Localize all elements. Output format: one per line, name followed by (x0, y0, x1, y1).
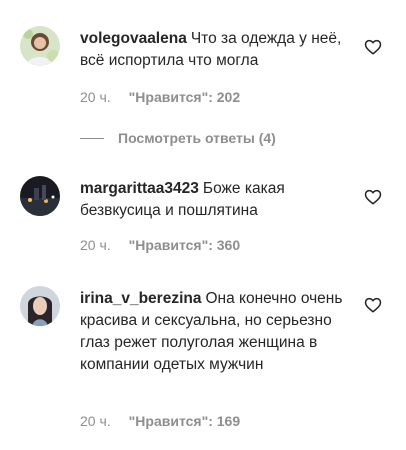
comment-likes[interactable]: "Нравится": 202 (129, 89, 240, 105)
avatar-image (20, 286, 60, 326)
comment-username[interactable]: margarittaa3423 (80, 180, 199, 197)
heart-icon[interactable] (364, 296, 382, 314)
comment-meta: 20 ч. "Нравится": 169 (80, 413, 240, 429)
avatar-image (20, 176, 60, 216)
comment-time[interactable]: 20 ч. (80, 237, 111, 253)
comment-item: margarittaa3423 Боже какая безвкусица и п… (0, 150, 406, 270)
comment-time[interactable]: 20 ч. (80, 89, 111, 105)
replies-divider (80, 137, 104, 139)
avatar[interactable] (20, 26, 60, 66)
comment-likes[interactable]: "Нравится": 169 (129, 413, 240, 429)
avatar[interactable] (20, 286, 60, 326)
comment-likes[interactable]: "Нравится": 360 (129, 237, 240, 253)
comment-time[interactable]: 20 ч. (80, 413, 111, 429)
avatar[interactable] (20, 176, 60, 216)
comment-meta: 20 ч. "Нравится": 202 (80, 89, 240, 105)
comment-item: volegovaalena Что за одежда у неё, всё ис… (0, 0, 406, 150)
view-replies-label: Посмотреть ответы (4) (118, 130, 276, 146)
comment-username[interactable]: volegovaalena (80, 30, 187, 47)
heart-icon[interactable] (364, 38, 382, 56)
comment-text-block: irina_v_berezina Она конечно очень красив… (80, 288, 355, 376)
view-replies-button[interactable]: Посмотреть ответы (4) (80, 130, 276, 146)
comment-text-block: volegovaalena Что за одежда у неё, всё ис… (80, 28, 355, 72)
comment-meta: 20 ч. "Нравится": 360 (80, 237, 240, 253)
comment-username[interactable]: irina_v_berezina (80, 290, 201, 307)
comment-text-block: margarittaa3423 Боже какая безвкусица и п… (80, 178, 355, 222)
avatar-image (20, 26, 60, 66)
heart-icon[interactable] (364, 188, 382, 206)
comment-item: irina_v_berezina Она конечно очень красив… (0, 270, 406, 450)
